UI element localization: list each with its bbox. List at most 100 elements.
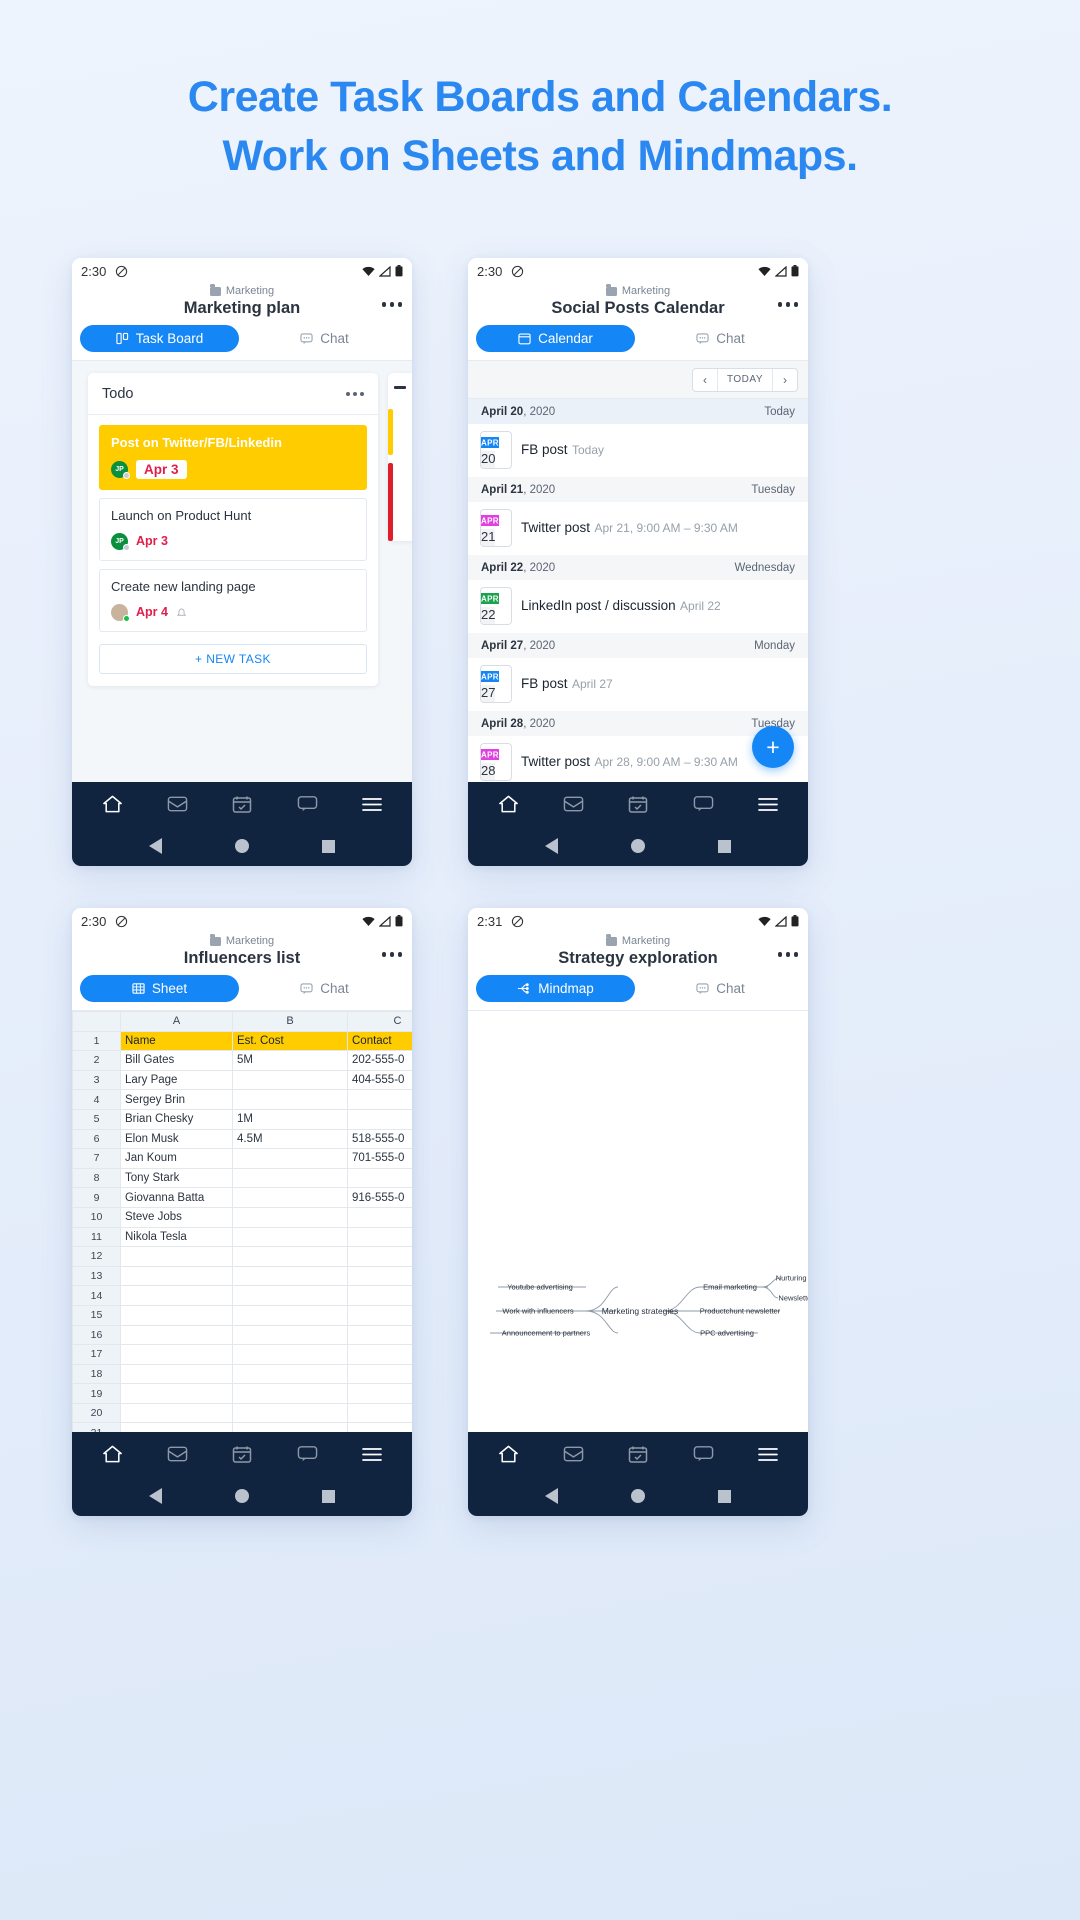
spreadsheet-grid[interactable]: A B C 1 Name Est. Cost Contact 2 Bill Gates 5M… (72, 1011, 412, 1432)
system-recents-button[interactable] (322, 1489, 336, 1503)
column-header-corner[interactable] (72, 1011, 121, 1032)
cell-a18[interactable] (120, 1363, 233, 1385)
tab-chat[interactable]: Chat (245, 325, 404, 352)
system-recents-button[interactable] (718, 839, 732, 853)
row-header[interactable]: 12 (72, 1246, 121, 1267)
home-icon[interactable] (498, 1444, 519, 1464)
system-home-button[interactable] (630, 1489, 645, 1503)
menu-icon[interactable] (757, 1447, 778, 1462)
cell-a10[interactable]: Steve Jobs (120, 1206, 233, 1228)
task-card[interactable]: Create new landing page Apr 4 (99, 568, 367, 632)
mindmap-canvas[interactable]: Marketing strategies Youtube advertising… (468, 1011, 808, 1432)
system-home-button[interactable] (234, 839, 249, 853)
column-header-b[interactable]: B (232, 1011, 348, 1032)
mindmap-node[interactable]: PPC advertising (700, 1329, 754, 1338)
chat-icon[interactable] (297, 795, 318, 813)
table-row[interactable]: 16 (72, 1324, 412, 1346)
cell-b19[interactable] (232, 1383, 348, 1404)
cell-b14[interactable] (232, 1285, 348, 1306)
cell-b18[interactable] (232, 1363, 348, 1385)
row-header[interactable]: 18 (72, 1363, 121, 1385)
calendar-icon[interactable] (628, 795, 648, 814)
more-options-button[interactable] (381, 302, 402, 307)
cell-c19[interactable] (347, 1383, 412, 1404)
table-row[interactable]: 4 Sergey Brin (72, 1089, 412, 1110)
column-header-a[interactable]: A (120, 1011, 233, 1032)
cell-c14[interactable] (347, 1285, 412, 1306)
system-home-button[interactable] (630, 839, 645, 853)
cell-b10[interactable] (232, 1206, 348, 1228)
tab-task-board[interactable]: Task Board (80, 325, 239, 352)
agenda-event-row[interactable]: APR 21 Twitter post Apr 21, 9:00 AM – 9:… (468, 502, 808, 555)
table-row[interactable]: 6 Elon Musk 4.5M 518-555-0 (72, 1128, 412, 1150)
row-header[interactable]: 21 (72, 1422, 121, 1432)
cell-a14[interactable] (120, 1285, 233, 1306)
cell-b2[interactable]: 5M (232, 1050, 348, 1071)
column-more-button[interactable] (346, 392, 364, 396)
inbox-icon[interactable] (167, 795, 188, 813)
cell-b6[interactable]: 4.5M (232, 1128, 348, 1150)
more-options-button[interactable] (381, 952, 402, 957)
board-column-peek[interactable] (388, 373, 412, 541)
cell-a6[interactable]: Elon Musk (120, 1128, 233, 1150)
agenda-event-row[interactable]: APR 27 FB post April 27 (468, 658, 808, 711)
chat-icon[interactable] (693, 795, 714, 813)
cell-a2[interactable]: Bill Gates (120, 1050, 233, 1071)
tab-chat[interactable]: Chat (641, 975, 800, 1002)
inbox-icon[interactable] (563, 795, 584, 813)
table-row[interactable]: 14 (72, 1285, 412, 1306)
cell-b12[interactable] (232, 1246, 348, 1267)
row-header[interactable]: 11 (72, 1226, 121, 1248)
breadcrumb[interactable]: Marketing (478, 284, 798, 297)
cell-b4[interactable] (232, 1089, 348, 1110)
cell-a13[interactable] (120, 1265, 233, 1287)
cell-c1[interactable]: Contact (347, 1030, 412, 1052)
system-recents-button[interactable] (718, 1489, 732, 1503)
cell-c8[interactable] (347, 1167, 412, 1189)
breadcrumb[interactable]: Marketing (478, 934, 798, 947)
system-home-button[interactable] (234, 1489, 249, 1503)
system-back-button[interactable] (148, 1488, 162, 1504)
home-icon[interactable] (102, 1444, 123, 1464)
home-icon[interactable] (102, 794, 123, 814)
cell-b21[interactable] (232, 1422, 348, 1432)
cell-c18[interactable] (347, 1363, 412, 1385)
cell-a20[interactable] (120, 1402, 233, 1424)
cell-b9[interactable] (232, 1187, 348, 1208)
task-card[interactable]: Post on Twitter/FB/Linkedin JP Apr 3 (99, 425, 367, 490)
table-row[interactable]: 13 (72, 1265, 412, 1287)
calendar-icon[interactable] (232, 1445, 252, 1464)
cell-c7[interactable]: 701-555-0 (347, 1148, 412, 1169)
row-header[interactable]: 6 (72, 1128, 121, 1150)
cell-c3[interactable]: 404-555-0 (347, 1069, 412, 1091)
table-row[interactable]: 19 (72, 1383, 412, 1404)
table-row[interactable]: 11 Nikola Tesla (72, 1226, 412, 1248)
table-row[interactable]: 20 (72, 1402, 412, 1424)
mindmap-node[interactable]: Nurturing emails (776, 1274, 808, 1283)
cell-c16[interactable] (347, 1324, 412, 1346)
agenda-event-row[interactable]: APR 22 LinkedIn post / discussion April … (468, 580, 808, 633)
system-back-button[interactable] (544, 1488, 558, 1504)
mindmap-node[interactable]: Productchunt newsletter (700, 1307, 780, 1316)
system-back-button[interactable] (544, 838, 558, 854)
cell-b17[interactable] (232, 1344, 348, 1365)
cell-c9[interactable]: 916-555-0 (347, 1187, 412, 1208)
table-row[interactable]: 21 (72, 1422, 412, 1432)
cell-b3[interactable] (232, 1069, 348, 1091)
new-task-button[interactable]: + NEW TASK (99, 643, 367, 674)
calendar-icon[interactable] (232, 795, 252, 814)
today-button[interactable]: TODAY (716, 368, 773, 391)
tab-sheet[interactable]: Sheet (80, 975, 239, 1002)
menu-icon[interactable] (361, 1447, 382, 1462)
cell-b11[interactable] (232, 1226, 348, 1248)
cell-b7[interactable] (232, 1148, 348, 1169)
agenda-event-row[interactable]: APR 20 FB post Today (468, 424, 808, 477)
tab-mindmap[interactable]: Mindmap (476, 975, 635, 1002)
row-header[interactable]: 9 (72, 1187, 121, 1208)
tab-calendar[interactable]: Calendar (476, 325, 635, 352)
table-row[interactable]: 2 Bill Gates 5M 202-555-0 (72, 1050, 412, 1071)
cell-b16[interactable] (232, 1324, 348, 1346)
cell-c6[interactable]: 518-555-0 (347, 1128, 412, 1150)
cell-c5[interactable] (347, 1108, 412, 1130)
cell-c4[interactable] (347, 1089, 412, 1110)
